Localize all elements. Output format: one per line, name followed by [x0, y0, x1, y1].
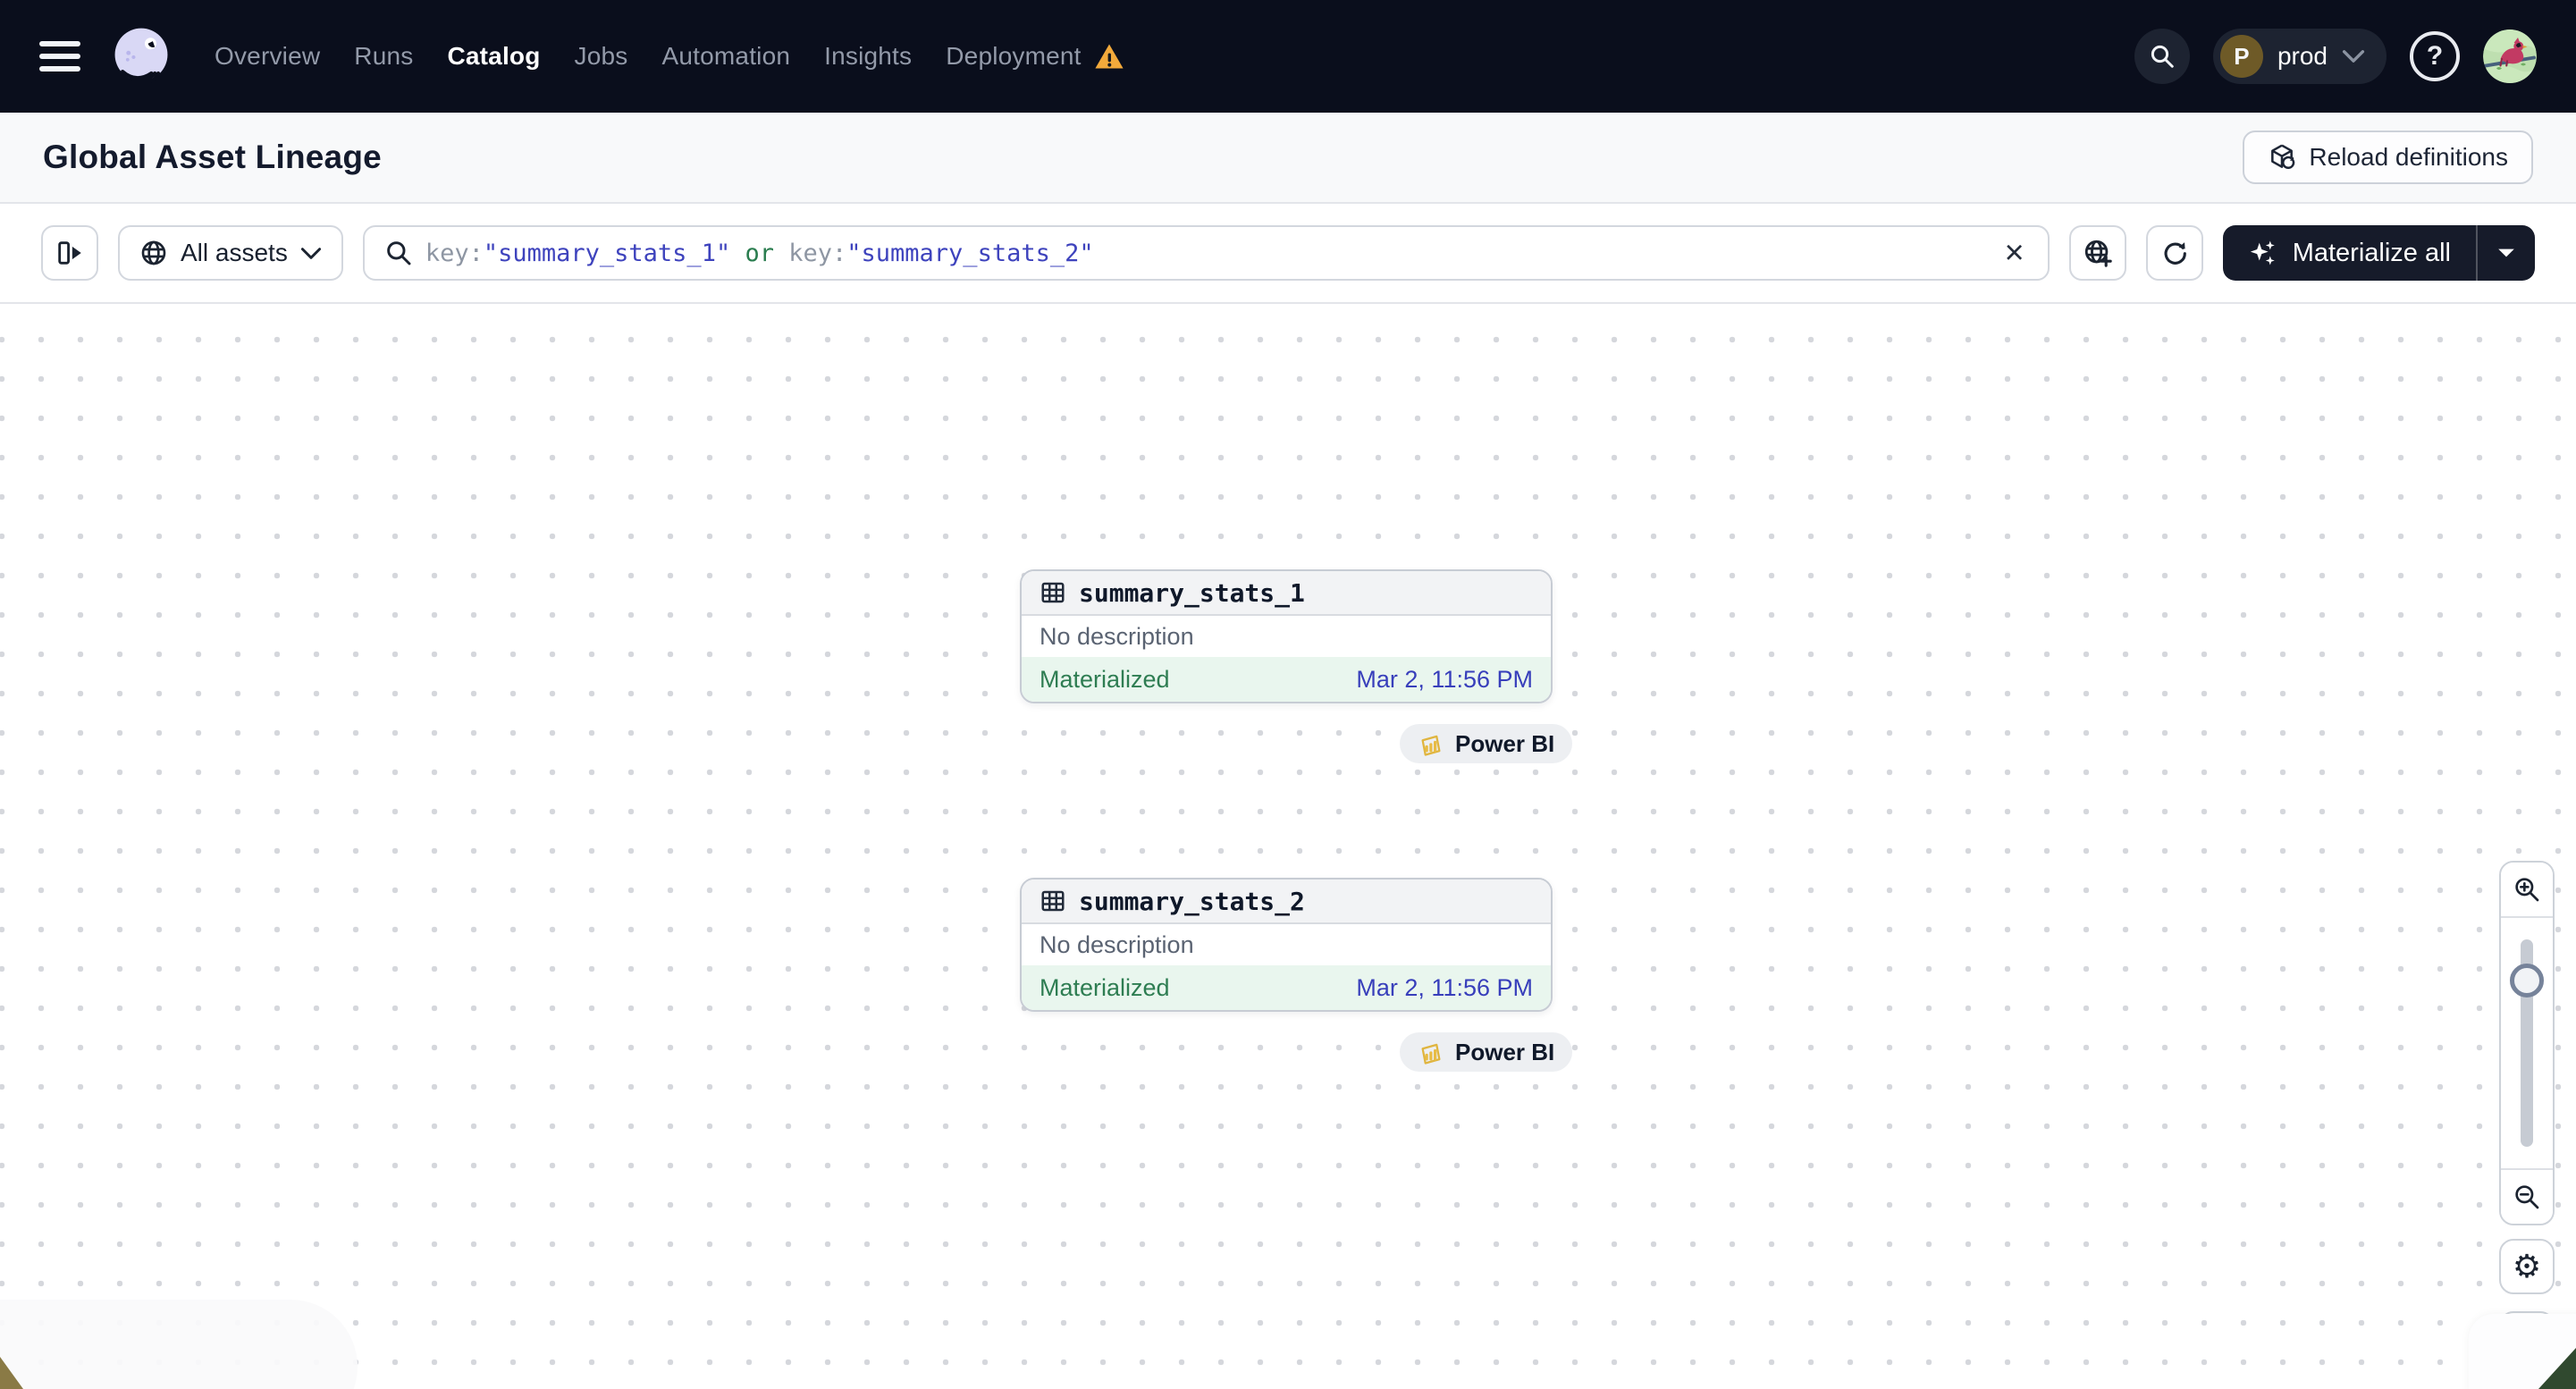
nav-item-deployment-wrap[interactable]: Deployment: [946, 42, 1124, 71]
zoom-slider[interactable]: [2501, 918, 2553, 1168]
asset-status-row: Materialized Mar 2, 11:56 PM: [1022, 657, 1551, 702]
page-title: Global Asset Lineage: [43, 139, 382, 175]
search-query-text[interactable]: key:"summary_stats_1" or key:"summary_st…: [425, 240, 1989, 267]
reload-definitions-icon: [2271, 144, 2295, 170]
globe-add-icon: [2084, 240, 2112, 267]
zoom-out-button[interactable]: [2501, 1168, 2553, 1224]
chevron-down-icon: [2342, 50, 2365, 63]
reload-definitions-label: Reload definitions: [2309, 143, 2508, 171]
nav-item-overview[interactable]: Overview: [215, 42, 320, 71]
refresh-icon: [2164, 242, 2186, 265]
asset-status-row: Materialized Mar 2, 11:56 PM: [1022, 965, 1551, 1010]
sparkle-icon: [2250, 240, 2275, 265]
nav-item-catalog[interactable]: Catalog: [447, 42, 540, 71]
asset-node-header: summary_stats_1: [1022, 571, 1551, 616]
search-icon: [2151, 45, 2174, 68]
globe-icon: [141, 240, 166, 265]
user-avatar[interactable]: [2483, 29, 2537, 83]
asset-node-summary-stats-1[interactable]: summary_stats_1 No description Materiali…: [1020, 569, 1553, 703]
asset-filter-label: All assets: [181, 239, 288, 266]
page-header: Global Asset Lineage Reload definitions: [0, 113, 2576, 204]
materialized-status: Materialized: [1040, 973, 1170, 1001]
zoom-controls-panel: [2499, 861, 2555, 1225]
deployment-switcher[interactable]: P prod: [2212, 29, 2387, 84]
deployment-warning-icon: [1095, 44, 1124, 69]
materialize-all-label: Materialize all: [2292, 238, 2451, 267]
asset-name: summary_stats_2: [1079, 886, 1305, 916]
deployment-initial-badge: P: [2219, 35, 2263, 78]
dagster-logo-icon[interactable]: [107, 22, 175, 90]
nav-item-jobs[interactable]: Jobs: [575, 42, 628, 71]
nav-item-automation[interactable]: Automation: [662, 42, 791, 71]
nav-item-deployment[interactable]: Deployment: [946, 42, 1081, 71]
materialize-all-split-button: Materialize all: [2222, 225, 2535, 281]
caret-down-icon: [2498, 248, 2514, 257]
help-question-icon: ?: [2426, 41, 2444, 71]
search-token: key:: [425, 239, 484, 267]
bottom-left-wedge-decoration: [0, 1357, 23, 1389]
clear-search-icon[interactable]: ×: [2001, 236, 2028, 270]
navbar-right-cluster: P prod ?: [2134, 29, 2537, 84]
hamburger-menu-icon[interactable]: [39, 41, 80, 72]
materialized-timestamp[interactable]: Mar 2, 11:56 PM: [1356, 666, 1533, 694]
search-token: "summary_stats_1": [483, 239, 731, 267]
lineage-graph-canvas[interactable]: summary_stats_1 No description Materiali…: [0, 304, 2576, 1389]
search-token: key:: [788, 239, 847, 267]
asset-tag-label: Power BI: [1455, 1038, 1555, 1065]
graph-settings-button[interactable]: ⚙: [2499, 1239, 2555, 1294]
asset-node-header: summary_stats_2: [1022, 880, 1551, 924]
asset-description: No description: [1022, 616, 1551, 657]
table-icon: [1041, 890, 1065, 912]
help-button[interactable]: ?: [2410, 31, 2460, 81]
search-token: or: [730, 239, 789, 267]
power-bi-icon: [1421, 1043, 1441, 1065]
primary-nav: Overview Runs Catalog Jobs Automation In…: [215, 42, 1124, 71]
new-asset-group-button[interactable]: [2068, 225, 2126, 281]
asset-description: No description: [1022, 924, 1551, 965]
refresh-button[interactable]: [2145, 225, 2203, 281]
zoom-in-icon: [2515, 878, 2539, 902]
lineage-toolbar: All assets key:"summary_stats_1" or key:…: [0, 204, 2576, 304]
materialize-options-button[interactable]: [2478, 225, 2535, 281]
table-icon: [1041, 582, 1065, 603]
gear-icon: ⚙: [2512, 1248, 2542, 1284]
materialized-status: Materialized: [1040, 665, 1170, 693]
zoom-out-icon: [2515, 1185, 2539, 1209]
asset-tag-power-bi[interactable]: Power BI: [1400, 1032, 1573, 1072]
reload-definitions-button[interactable]: Reload definitions: [2243, 130, 2533, 184]
deployment-name: prod: [2277, 42, 2328, 70]
asset-node-summary-stats-2[interactable]: summary_stats_2 No description Materiali…: [1020, 878, 1553, 1012]
asset-search-input[interactable]: key:"summary_stats_1" or key:"summary_st…: [362, 225, 2050, 281]
bottom-right-wedge-decoration: [2538, 1348, 2576, 1389]
zoom-slider-knob[interactable]: [2510, 964, 2544, 998]
asset-group-filter[interactable]: All assets: [118, 225, 343, 281]
nav-item-runs[interactable]: Runs: [354, 42, 413, 71]
materialize-all-button[interactable]: Materialize all: [2223, 225, 2476, 281]
search-token: "summary_stats_2": [846, 239, 1094, 267]
cardinal-avatar-image: [2483, 29, 2537, 83]
asset-name: summary_stats_1: [1079, 577, 1305, 608]
global-search-button[interactable]: [2134, 29, 2190, 84]
power-bi-icon: [1421, 735, 1441, 756]
chevron-down-icon: [300, 247, 321, 259]
top-navbar: Overview Runs Catalog Jobs Automation In…: [0, 0, 2576, 113]
zoom-in-button[interactable]: [2501, 863, 2553, 918]
asset-tag-power-bi[interactable]: Power BI: [1400, 724, 1573, 763]
bottom-left-decoration: [0, 1300, 358, 1389]
asset-tag-label: Power BI: [1455, 729, 1555, 757]
open-left-panel-icon: [58, 241, 81, 265]
open-panel-button[interactable]: [41, 225, 98, 281]
search-icon: [387, 241, 411, 265]
materialized-timestamp[interactable]: Mar 2, 11:56 PM: [1356, 974, 1533, 1002]
nav-item-insights[interactable]: Insights: [824, 42, 912, 71]
